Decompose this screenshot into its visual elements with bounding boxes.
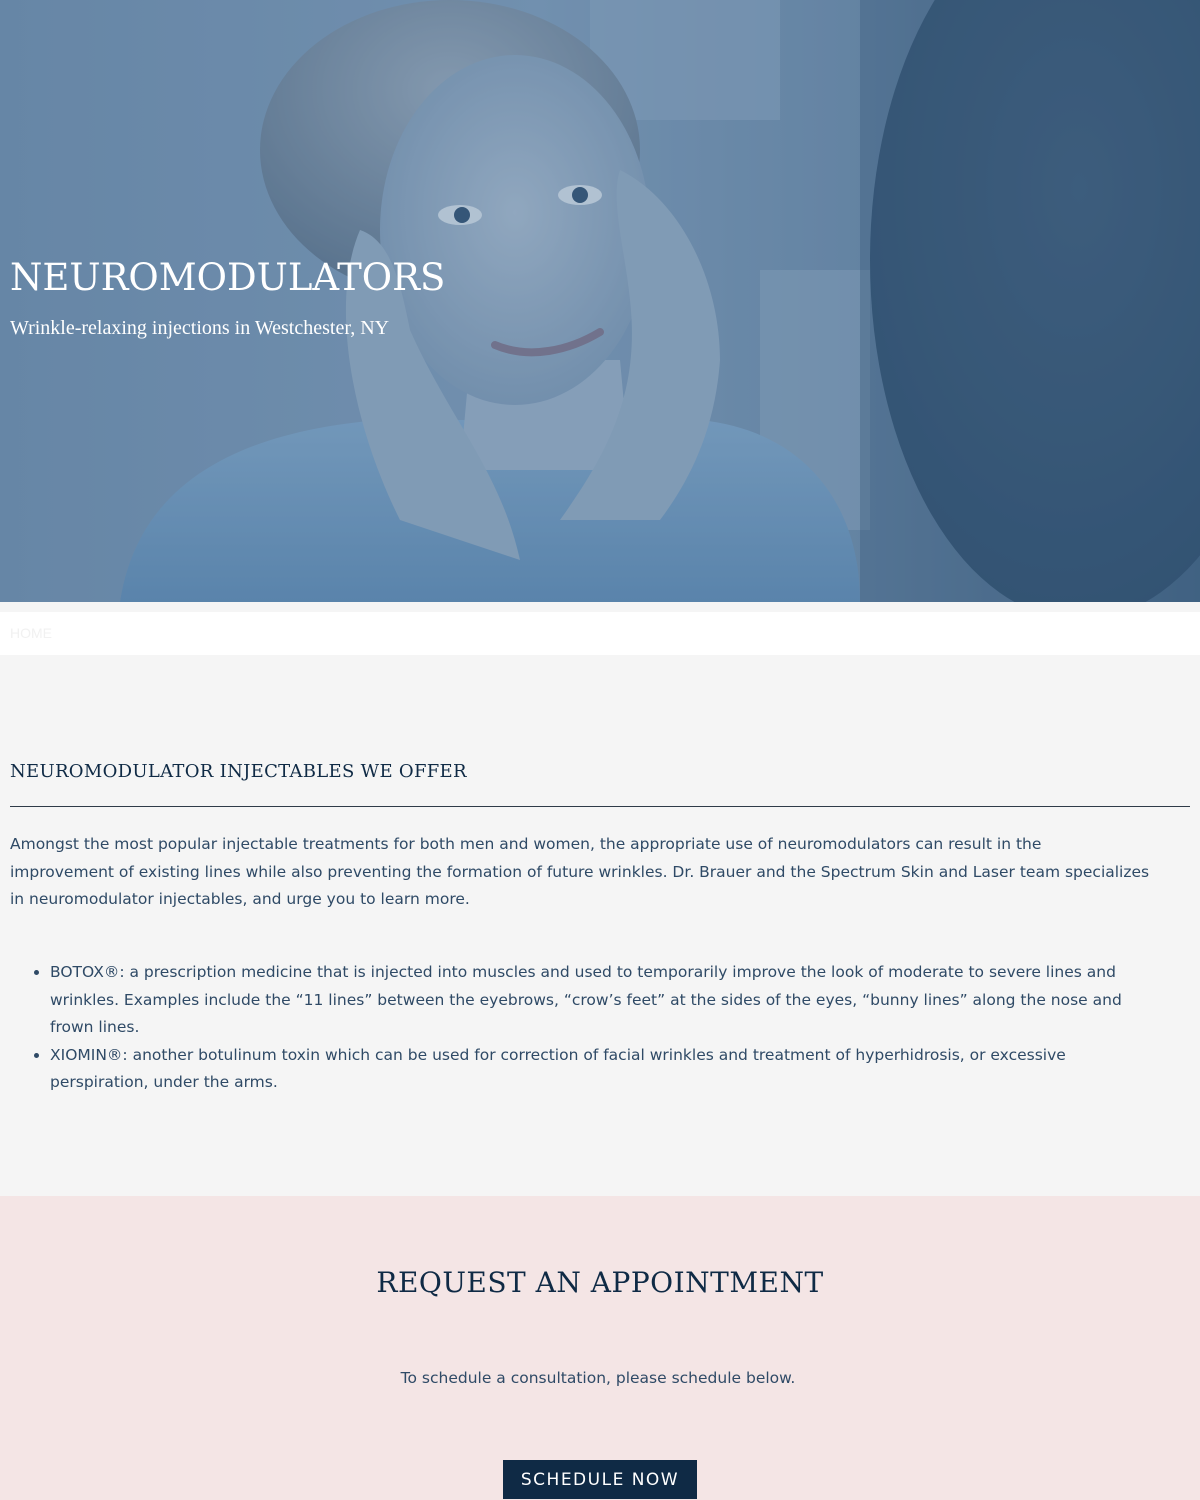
page-title: NEUROMODULATORS	[10, 256, 446, 299]
appointment-section: REQUEST AN APPOINTMENT To schedule a con…	[0, 1196, 1200, 1500]
hero-banner: NEUROMODULATORS Wrinkle-relaxing injecti…	[0, 0, 1200, 602]
breadcrumb: HOME	[0, 612, 1200, 655]
appointment-text: To schedule a consultation, please sched…	[400, 1369, 796, 1387]
page-subtitle: Wrinkle-relaxing injections in Westchest…	[10, 317, 390, 339]
breadcrumb-home-link[interactable]: HOME	[10, 625, 52, 641]
hero-overlay	[0, 0, 1200, 602]
section-heading: NEUROMODULATOR INJECTABLES WE OFFER	[10, 761, 467, 782]
offerings-list: BOTOX®: a prescription medicine that is …	[10, 959, 1140, 1097]
list-item-botox: BOTOX®: a prescription medicine that is …	[50, 959, 1140, 1042]
intro-paragraph: Amongst the most popular injectable trea…	[10, 835, 1150, 908]
section-divider	[10, 806, 1190, 807]
appointment-heading: REQUEST AN APPOINTMENT	[376, 1266, 824, 1299]
list-item-xiomin: XIOMIN®: another botulinum toxin which c…	[50, 1042, 1140, 1097]
offerings-section: NEUROMODULATOR INJECTABLES WE OFFER Amon…	[0, 655, 1200, 1196]
schedule-now-button[interactable]: SCHEDULE NOW	[503, 1460, 697, 1499]
